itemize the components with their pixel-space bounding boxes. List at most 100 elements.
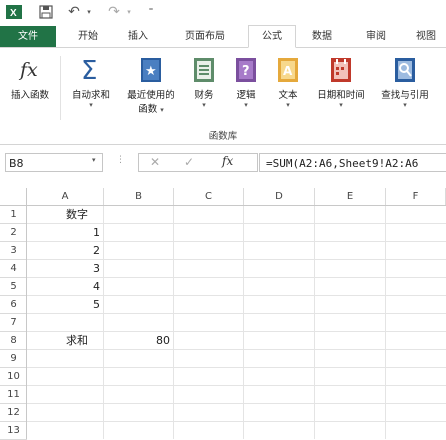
recently-used-button[interactable]: ★ 最近使用的 函数 ▾ <box>120 56 182 115</box>
insert-function-label: 插入函数 <box>10 90 49 101</box>
insert-function-fx-button[interactable]: fx <box>222 154 233 168</box>
column-header-c[interactable]: C <box>174 188 244 206</box>
row-header-6[interactable]: 6 <box>0 296 27 314</box>
autosum-label: 自动求和 <box>71 90 110 101</box>
date-time-button[interactable]: 日期和时间 ▾ <box>310 56 372 109</box>
row-header-11[interactable]: 11 <box>0 386 27 404</box>
recently-used-caret: ▾ <box>160 106 164 114</box>
cell-a4[interactable]: 3 <box>27 260 103 278</box>
cell-a6[interactable]: 5 <box>27 296 103 314</box>
column-header-e[interactable]: E <box>315 188 386 206</box>
gridline <box>27 331 446 332</box>
cancel-icon[interactable]: ✕ <box>150 155 160 169</box>
recently-used-label: 最近使用的 <box>127 90 175 101</box>
gridline <box>27 349 446 350</box>
ribbon-separator <box>60 56 61 120</box>
finance-book-icon <box>191 56 217 84</box>
lookup-reference-button[interactable]: 查找与引用 ▾ <box>374 56 436 109</box>
star-book-icon: ★ <box>138 56 164 84</box>
financial-button[interactable]: 财务 ▾ <box>186 56 222 109</box>
row-header-10[interactable]: 10 <box>0 368 27 386</box>
insert-function-button[interactable]: fx 插入函数 <box>4 56 56 101</box>
cell-a3[interactable]: 2 <box>27 242 103 260</box>
svg-text:fx: fx <box>18 59 38 81</box>
worksheet-grid: A B C D E F 1 2 3 4 5 6 7 8 9 10 11 12 1… <box>0 188 446 440</box>
sigma-icon: Σ <box>78 56 104 84</box>
column-header-d[interactable]: D <box>244 188 315 206</box>
logical-caret: ▾ <box>244 101 248 109</box>
tab-file[interactable]: 文件 <box>0 26 56 47</box>
redo-button[interactable]: ↷ <box>106 4 122 20</box>
gridline <box>27 385 446 386</box>
row-header-12[interactable]: 12 <box>0 404 27 422</box>
row-header-2[interactable]: 2 <box>0 224 27 242</box>
row-header-8[interactable]: 8 <box>0 332 27 350</box>
excel-logo-icon: X <box>6 4 22 20</box>
svg-text:?: ? <box>242 64 250 79</box>
column-header-f[interactable]: F <box>386 188 446 206</box>
row-header-1[interactable]: 1 <box>0 206 27 224</box>
function-library-group-label: 函数库 <box>208 131 238 142</box>
recently-used-label-2: 函数 <box>138 104 158 115</box>
tab-view[interactable]: 视图 <box>406 26 446 47</box>
cell-b8[interactable]: 80 <box>104 332 173 350</box>
gridline <box>27 367 446 368</box>
svg-text:★: ★ <box>145 64 157 79</box>
svg-text:X: X <box>10 8 17 19</box>
quick-access-toolbar: X ↶ ▾ ↷ ▾ ⁼ <box>0 0 446 26</box>
svg-text:A: A <box>283 64 293 78</box>
save-icon[interactable] <box>38 4 54 20</box>
tab-formulas[interactable]: 公式 <box>248 25 296 48</box>
financial-caret: ▾ <box>202 101 206 109</box>
redo-dropdown-icon[interactable]: ▾ <box>124 4 134 20</box>
text-label: 文本 <box>278 90 298 101</box>
undo-dropdown-icon[interactable]: ▾ <box>84 4 94 20</box>
enter-check-icon[interactable]: ✓ <box>184 155 194 169</box>
fx-icon: fx <box>17 56 43 84</box>
date-time-label: 日期和时间 <box>317 90 365 101</box>
ribbon-tabs: 文件 开始 插入 页面布局 公式 数据 审阅 视图 <box>0 25 446 48</box>
cell-a5[interactable]: 4 <box>27 278 103 296</box>
logical-label: 逻辑 <box>236 90 256 101</box>
formula-bar: B8 ▾ ⋮ ✕ ✓ fx =SUM(A2:A6,Sheet9!A2:A6 <box>0 151 446 175</box>
gridline <box>27 421 446 422</box>
text-caret: ▾ <box>286 101 290 109</box>
gridline <box>27 403 446 404</box>
logical-button[interactable]: ? 逻辑 ▾ <box>228 56 264 109</box>
autosum-button[interactable]: Σ 自动求和 ▾ <box>62 56 120 109</box>
text-book-icon: A <box>275 56 301 84</box>
lookup-book-icon <box>392 56 418 84</box>
lookup-reference-caret: ▾ <box>403 101 407 109</box>
row-header-9[interactable]: 9 <box>0 350 27 368</box>
undo-button[interactable]: ↶ <box>66 4 82 20</box>
name-box-dropdown-icon[interactable]: ▾ <box>92 156 96 164</box>
cell-a1[interactable]: 数字 <box>66 206 88 224</box>
row-header-3[interactable]: 3 <box>0 242 27 260</box>
date-time-caret: ▾ <box>339 101 343 109</box>
formula-input[interactable]: =SUM(A2:A6,Sheet9!A2:A6 <box>259 153 446 172</box>
column-header-a[interactable]: A <box>27 188 104 206</box>
autosum-caret: ▾ <box>89 101 93 109</box>
name-box[interactable]: B8 <box>5 153 103 172</box>
column-header-b[interactable]: B <box>104 188 174 206</box>
row-header-13[interactable]: 13 <box>0 422 27 440</box>
row-header-7[interactable]: 7 <box>0 314 27 332</box>
lookup-reference-label: 查找与引用 <box>381 90 429 101</box>
row-header-5[interactable]: 5 <box>0 278 27 296</box>
svg-text:Σ: Σ <box>81 56 97 84</box>
select-all-corner[interactable] <box>0 188 27 206</box>
text-button[interactable]: A 文本 ▾ <box>270 56 306 109</box>
customize-toolbar-icon[interactable]: ⁼ <box>146 4 156 20</box>
cell-a8[interactable]: 求和 <box>66 332 88 350</box>
tab-home[interactable]: 开始 <box>66 26 110 47</box>
financial-label: 财务 <box>194 90 214 101</box>
ribbon-panel: fx 插入函数 Σ 自动求和 ▾ ★ 最近使用的 函数 ▾ 财务 ▾ ? 逻辑 … <box>0 48 446 145</box>
row-header-4[interactable]: 4 <box>0 260 27 278</box>
tab-page-layout[interactable]: 页面布局 <box>170 26 240 47</box>
cell-a2[interactable]: 1 <box>27 224 103 242</box>
tab-insert[interactable]: 插入 <box>116 26 160 47</box>
calendar-book-icon <box>328 56 354 84</box>
formula-bar-grip-icon: ⋮ <box>116 155 125 165</box>
tab-review[interactable]: 审阅 <box>354 26 398 47</box>
tab-data[interactable]: 数据 <box>300 26 344 47</box>
